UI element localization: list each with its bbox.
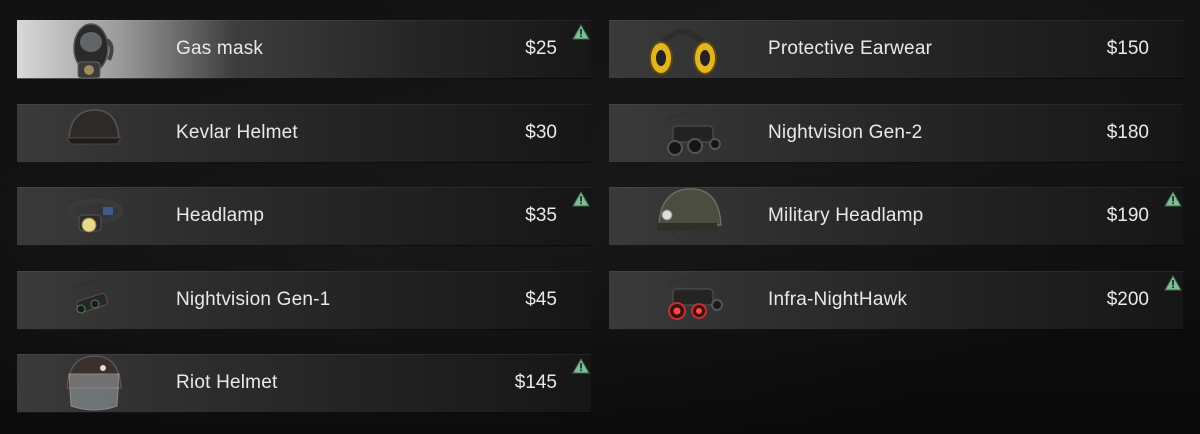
right-item-column: Protective Earwear $150 Nightvision Gen-…	[609, 20, 1183, 354]
left-item-column: Gas mask $25 Kevlar Helmet $30 Headlamp …	[17, 20, 591, 434]
warning-icon	[572, 23, 590, 40]
warning-icon	[572, 190, 590, 207]
gas-mask-icon	[51, 20, 151, 79]
item-name: Nightvision Gen-2	[768, 121, 923, 143]
shop-item-military-headlamp[interactable]: Military Headlamp $190	[609, 187, 1183, 246]
shop-item-nightvision-gen-1[interactable]: Nightvision Gen-1 $45	[17, 270, 591, 330]
warning-icon	[1164, 274, 1182, 291]
item-price: $200	[1106, 288, 1149, 310]
item-name: Nightvision Gen-1	[176, 288, 331, 310]
item-price: $45	[525, 288, 557, 310]
shop-item-nightvision-gen-2[interactable]: Nightvision Gen-2 $180	[609, 103, 1183, 163]
shop-item-headlamp[interactable]: Headlamp $35	[17, 187, 591, 246]
infra-nighthawk-icon	[643, 271, 743, 330]
nightvision-gen2-icon	[643, 104, 743, 163]
item-name: Protective Earwear	[768, 38, 933, 59]
shop-item-gas-mask[interactable]: Gas mask $25	[17, 20, 591, 79]
military-headlamp-icon	[643, 187, 743, 246]
item-price: $150	[1106, 38, 1149, 59]
kevlar-helmet-icon	[51, 104, 151, 163]
item-price: $190	[1106, 205, 1149, 226]
item-price: $145	[514, 372, 557, 393]
riot-helmet-icon	[51, 354, 151, 413]
item-price: $35	[525, 205, 557, 226]
shop-item-riot-helmet[interactable]: Riot Helmet $145	[17, 354, 591, 413]
item-price: $25	[525, 38, 557, 59]
item-name: Gas mask	[176, 38, 264, 59]
shop-item-infra-nighthawk[interactable]: Infra-NightHawk $200	[609, 270, 1183, 330]
item-name: Kevlar Helmet	[176, 121, 298, 143]
earmuffs-icon	[643, 20, 743, 79]
nightvision-gen1-icon	[51, 271, 151, 330]
item-name: Infra-NightHawk	[768, 288, 908, 310]
shop-item-protective-earwear[interactable]: Protective Earwear $150	[609, 20, 1183, 79]
item-name: Riot Helmet	[176, 372, 278, 393]
item-price: $30	[525, 121, 557, 143]
equipment-shop: Gas mask $25 Kevlar Helmet $30 Headlamp …	[0, 0, 1200, 434]
item-price: $180	[1106, 121, 1149, 143]
warning-icon	[1164, 190, 1182, 207]
item-name: Military Headlamp	[768, 205, 924, 226]
warning-icon	[572, 357, 590, 374]
headlamp-icon	[51, 187, 151, 246]
shop-item-kevlar-helmet[interactable]: Kevlar Helmet $30	[17, 103, 591, 163]
item-name: Headlamp	[176, 205, 265, 226]
